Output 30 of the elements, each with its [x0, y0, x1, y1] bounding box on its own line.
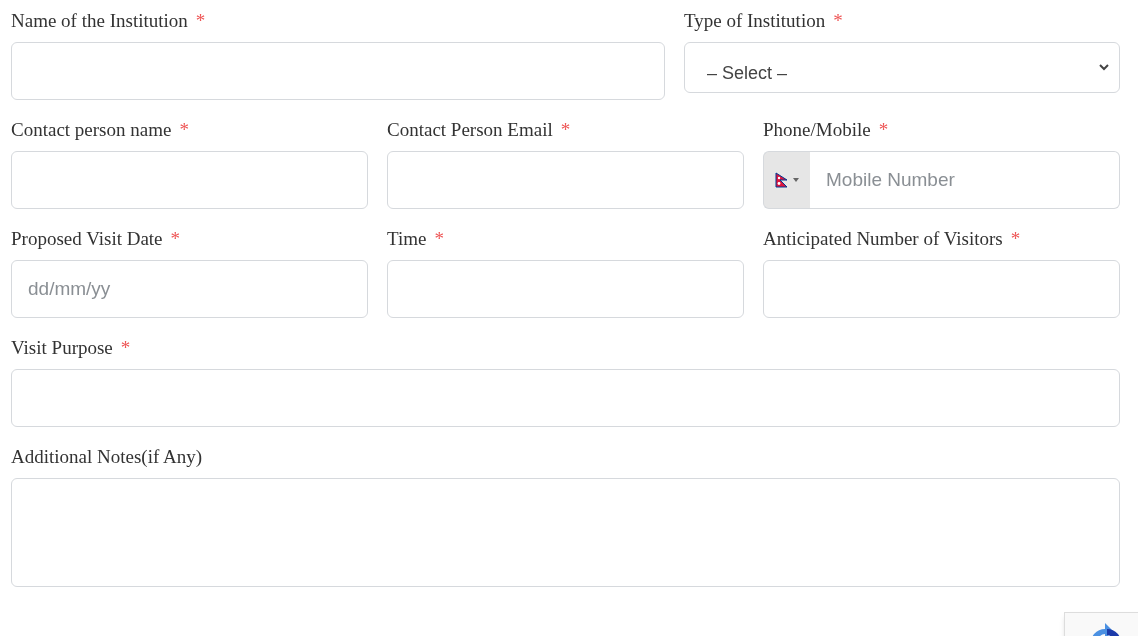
text-field[interactable] — [11, 151, 368, 209]
field-label: Visit Purpose — [11, 338, 113, 357]
field-label: Phone/Mobile — [763, 120, 871, 139]
required-mark: * — [179, 120, 189, 139]
field-label: Contact person name — [11, 120, 172, 139]
field-label: Additional Notes(if Any) — [11, 447, 203, 466]
text-field[interactable]: dd/mm/yy — [11, 260, 368, 318]
text-field[interactable] — [11, 42, 665, 100]
select-value: – Select – — [707, 64, 788, 85]
field-label: Type of Institution — [684, 11, 826, 30]
chevron-down-icon — [1099, 64, 1109, 71]
text-field[interactable] — [387, 260, 744, 318]
required-mark: * — [195, 11, 206, 30]
required-mark: * — [833, 11, 843, 30]
field-label: Name of the Institution — [11, 11, 188, 30]
required-mark: * — [1010, 229, 1021, 248]
field-label: Time — [387, 229, 427, 248]
required-mark: * — [560, 120, 571, 139]
notes-field[interactable] — [11, 478, 1120, 587]
required-mark: * — [120, 338, 131, 357]
text-field[interactable] — [763, 260, 1120, 318]
text-field[interactable] — [387, 151, 744, 209]
field-label: Anticipated Number of Visitors — [763, 229, 1003, 248]
required-mark: * — [170, 229, 181, 248]
text-field[interactable] — [11, 369, 1120, 427]
field-label: Proposed Visit Date — [11, 229, 163, 248]
required-mark: * — [434, 229, 444, 248]
field-label: Contact Person Email — [387, 120, 553, 139]
required-mark: * — [878, 120, 889, 139]
select-field[interactable]: – Select – — [684, 42, 1120, 93]
